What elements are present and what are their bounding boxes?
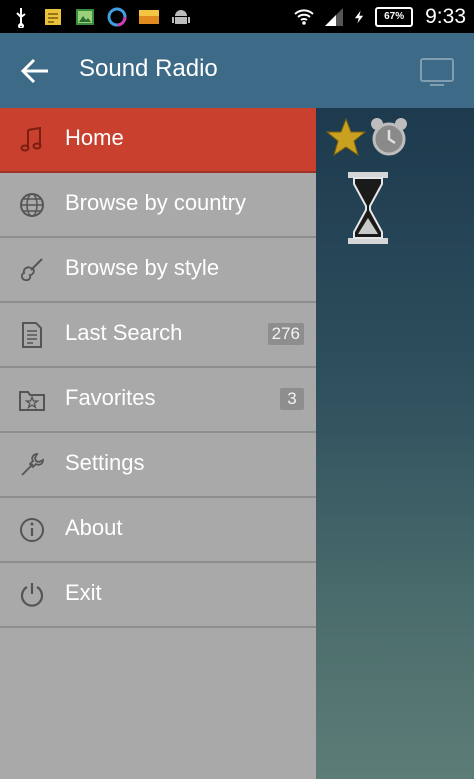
clock: 9:33 — [425, 4, 466, 28]
star-icon[interactable] — [326, 118, 366, 156]
gallery-icon — [76, 8, 94, 25]
menu-item-label: Last Search — [65, 320, 183, 345]
menu-item-label: Exit — [65, 580, 102, 605]
menu-item-exit[interactable]: Exit — [0, 563, 316, 628]
signal-icon — [325, 7, 344, 26]
menu-item-label: Home — [65, 125, 124, 150]
menu-item-label: Settings — [65, 450, 145, 475]
count-badge: 3 — [280, 388, 304, 410]
notes-icon — [45, 8, 61, 25]
favorites-folder-icon — [19, 391, 45, 411]
screen-icon[interactable] — [418, 55, 456, 87]
usb-icon — [16, 7, 26, 28]
menu-item-browse-by-style[interactable]: Browse by style — [0, 238, 316, 303]
android-icon — [172, 9, 190, 24]
menu-item-settings[interactable]: Settings — [0, 433, 316, 498]
charging-icon — [355, 10, 364, 23]
notification-icons — [10, 4, 192, 29]
menu-item-favorites[interactable]: Favorites 3 — [0, 368, 316, 433]
info-icon — [20, 518, 44, 542]
document-icon — [22, 322, 42, 348]
alarm-clock-icon[interactable] — [368, 116, 410, 158]
wrench-icon — [21, 453, 44, 476]
hourglass-icon — [348, 172, 388, 244]
menu-item-label: Browse by country — [65, 190, 246, 215]
sync-icon — [107, 7, 127, 26]
content-area — [316, 108, 474, 779]
arrow-left-icon[interactable] — [18, 55, 52, 87]
music-note-icon — [20, 126, 42, 152]
status-bar: 67% 9:33 — [0, 0, 474, 33]
system-icons: 67% 9:33 — [293, 4, 466, 29]
app-bar: Sound Radio — [0, 33, 474, 108]
globe-icon — [20, 193, 44, 217]
menu-item-home[interactable]: Home — [0, 108, 316, 173]
menu-item-about[interactable]: About — [0, 498, 316, 563]
app-title: Sound Radio — [79, 55, 218, 82]
navigation-drawer: Home Browse by country Browse by style L… — [0, 108, 316, 779]
menu-item-label: Favorites — [65, 385, 156, 410]
wifi-icon — [294, 8, 314, 25]
menu-item-label: About — [65, 515, 123, 540]
menu-item-browse-by-country[interactable]: Browse by country — [0, 173, 316, 238]
battery-indicator: 67% — [375, 6, 414, 27]
weather-icon — [139, 9, 159, 24]
menu-item-label: Browse by style — [65, 255, 220, 280]
power-icon — [20, 583, 44, 607]
menu-item-last-search[interactable]: Last Search 276 — [0, 303, 316, 368]
guitar-icon — [20, 258, 43, 282]
count-badge: 276 — [267, 323, 304, 345]
